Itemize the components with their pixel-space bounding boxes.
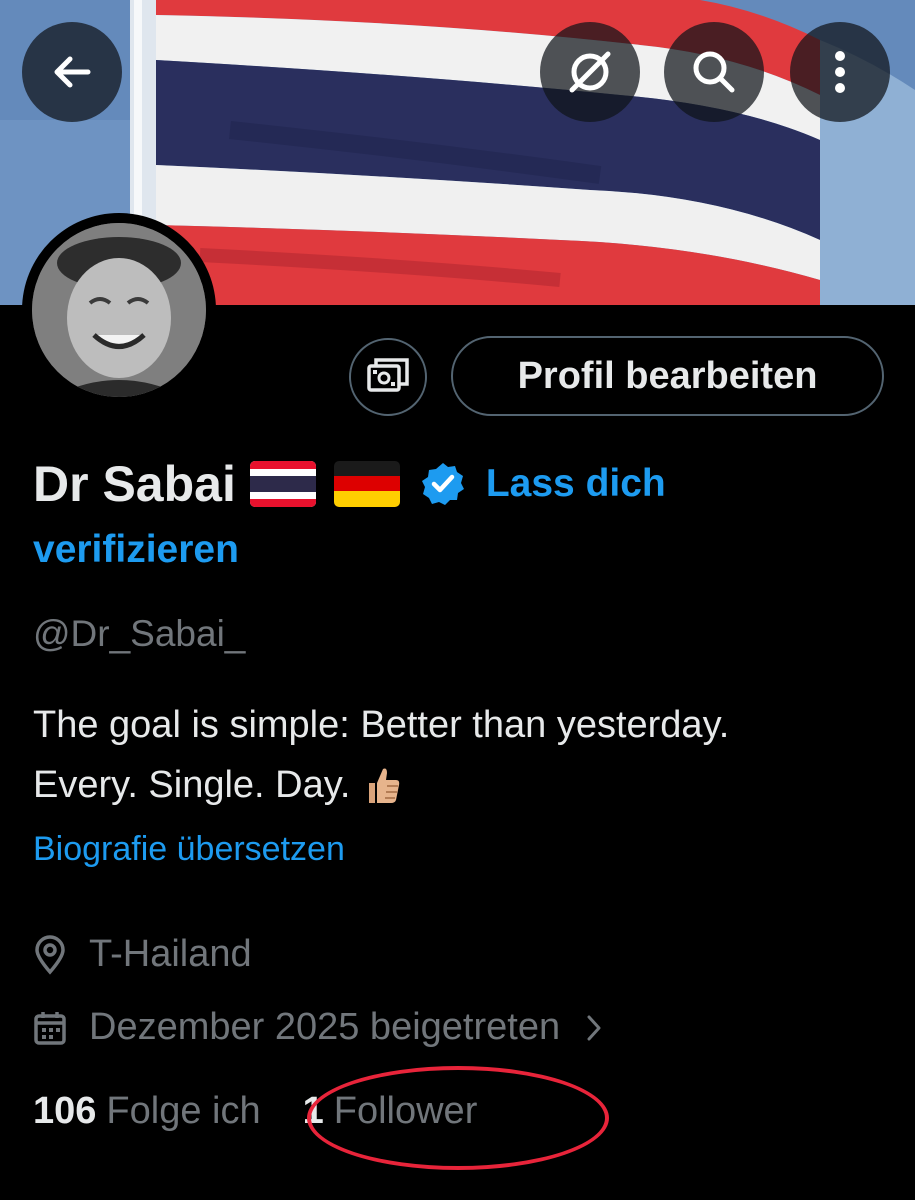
chevron-right-icon xyxy=(586,1014,602,1042)
search-button[interactable] xyxy=(664,22,764,122)
following-link[interactable]: 106 Folge ich xyxy=(33,1090,261,1133)
get-verified-link-continued[interactable]: verifizieren xyxy=(33,528,239,572)
following-count: 106 xyxy=(33,1090,97,1132)
profile-bio: The goal is simple: Better than yesterda… xyxy=(33,695,893,815)
red-annotation-circle xyxy=(307,1066,609,1170)
joined-text: Dezember 2025 beigetreten xyxy=(89,1006,561,1048)
slash-circle-icon xyxy=(564,46,616,98)
bio-line: Every. Single. Day. xyxy=(33,764,351,806)
joined-row[interactable]: Dezember 2025 beigetreten xyxy=(33,1006,602,1049)
location-pin-icon xyxy=(33,934,67,975)
thumbs-up-icon xyxy=(365,765,401,805)
location-text: T-Hailand xyxy=(89,933,252,975)
following-label: Folge ich xyxy=(106,1090,261,1132)
arrow-left-icon xyxy=(48,48,96,96)
subscriptions-button[interactable] xyxy=(349,338,427,416)
location-row: T-Hailand xyxy=(33,933,252,976)
verified-badge-icon[interactable] xyxy=(420,461,466,507)
calendar-icon xyxy=(33,1010,67,1046)
profile-handle: @Dr_Sabai_ xyxy=(33,613,246,654)
display-name: Dr Sabai xyxy=(33,456,236,512)
profile-avatar[interactable] xyxy=(22,213,216,407)
profile-name-row: Dr Sabai Lass dich xyxy=(33,452,666,516)
search-icon xyxy=(689,47,739,97)
translate-bio-link[interactable]: Biografie übersetzen xyxy=(33,830,345,869)
edit-profile-button[interactable]: Profil bearbeiten xyxy=(451,336,884,416)
money-icon xyxy=(366,355,410,400)
more-options-button[interactable] xyxy=(790,22,890,122)
germany-flag-icon xyxy=(333,461,400,507)
more-vertical-icon xyxy=(833,49,847,95)
thailand-flag-icon xyxy=(249,461,316,507)
avatar-image xyxy=(32,223,206,397)
bio-line: The goal is simple: Better than yesterda… xyxy=(33,704,730,746)
back-button[interactable] xyxy=(22,22,122,122)
get-verified-link[interactable]: Lass dich xyxy=(486,462,666,506)
grok-button[interactable] xyxy=(540,22,640,122)
